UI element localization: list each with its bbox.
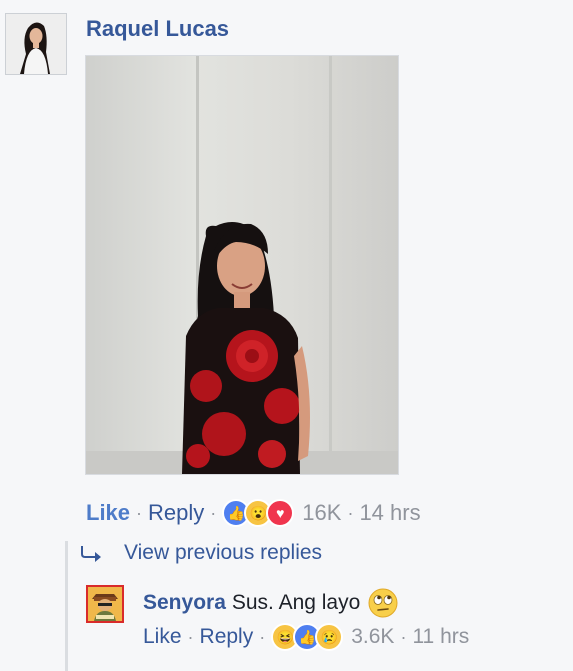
reply-author[interactable]: Senyora: [143, 591, 226, 615]
like-link[interactable]: Like: [86, 500, 130, 526]
separator: ·: [259, 626, 266, 647]
avatar[interactable]: [5, 13, 67, 75]
view-previous-replies-label: View previous replies: [124, 541, 323, 564]
separator: ·: [210, 502, 217, 523]
reactions-summary[interactable]: 👍 😮 ♥: [222, 499, 295, 527]
separator: ·: [400, 626, 407, 647]
comment-author[interactable]: Raquel Lucas: [86, 16, 229, 42]
reply-arrow-icon: [81, 546, 101, 562]
reply-body: Senyora Sus. Ang layo: [143, 588, 398, 618]
reply-profile-photo: [86, 585, 124, 623]
love-reaction-icon: ♥: [266, 499, 295, 527]
reply-text: Sus. Ang layo: [231, 591, 361, 614]
reply-timestamp[interactable]: 11 hrs: [412, 625, 469, 649]
reply-reply-link[interactable]: Reply: [200, 625, 254, 649]
thread-line: [65, 541, 68, 671]
view-previous-replies-link[interactable]: View previous replies: [80, 540, 322, 566]
rolling-eyes-emoji-icon: [368, 588, 398, 618]
comment-photo[interactable]: [85, 55, 399, 475]
reply-actions: Like · Reply · 😆 👍 😢 3.6K · 11 hrs: [143, 623, 469, 651]
separator: ·: [347, 502, 354, 523]
reply-avatar[interactable]: [86, 585, 124, 623]
separator: ·: [187, 626, 194, 647]
reply-link[interactable]: Reply: [148, 500, 204, 526]
photo-image: [86, 56, 398, 474]
reply-reaction-count[interactable]: 3.6K: [351, 625, 394, 649]
comment-thread: Raquel Lucas Like · Reply · 👍 😮 ♥ 16K · …: [0, 0, 573, 671]
profile-photo: [6, 14, 66, 74]
separator: ·: [136, 502, 143, 523]
comment-actions: Like · Reply · 👍 😮 ♥ 16K · 14 hrs: [86, 499, 421, 527]
sad-reaction-icon: 😢: [315, 623, 344, 651]
timestamp[interactable]: 14 hrs: [359, 500, 420, 526]
reaction-count[interactable]: 16K: [302, 500, 341, 526]
reply-like-link[interactable]: Like: [143, 625, 182, 649]
reply-reactions-summary[interactable]: 😆 👍 😢: [271, 623, 344, 651]
